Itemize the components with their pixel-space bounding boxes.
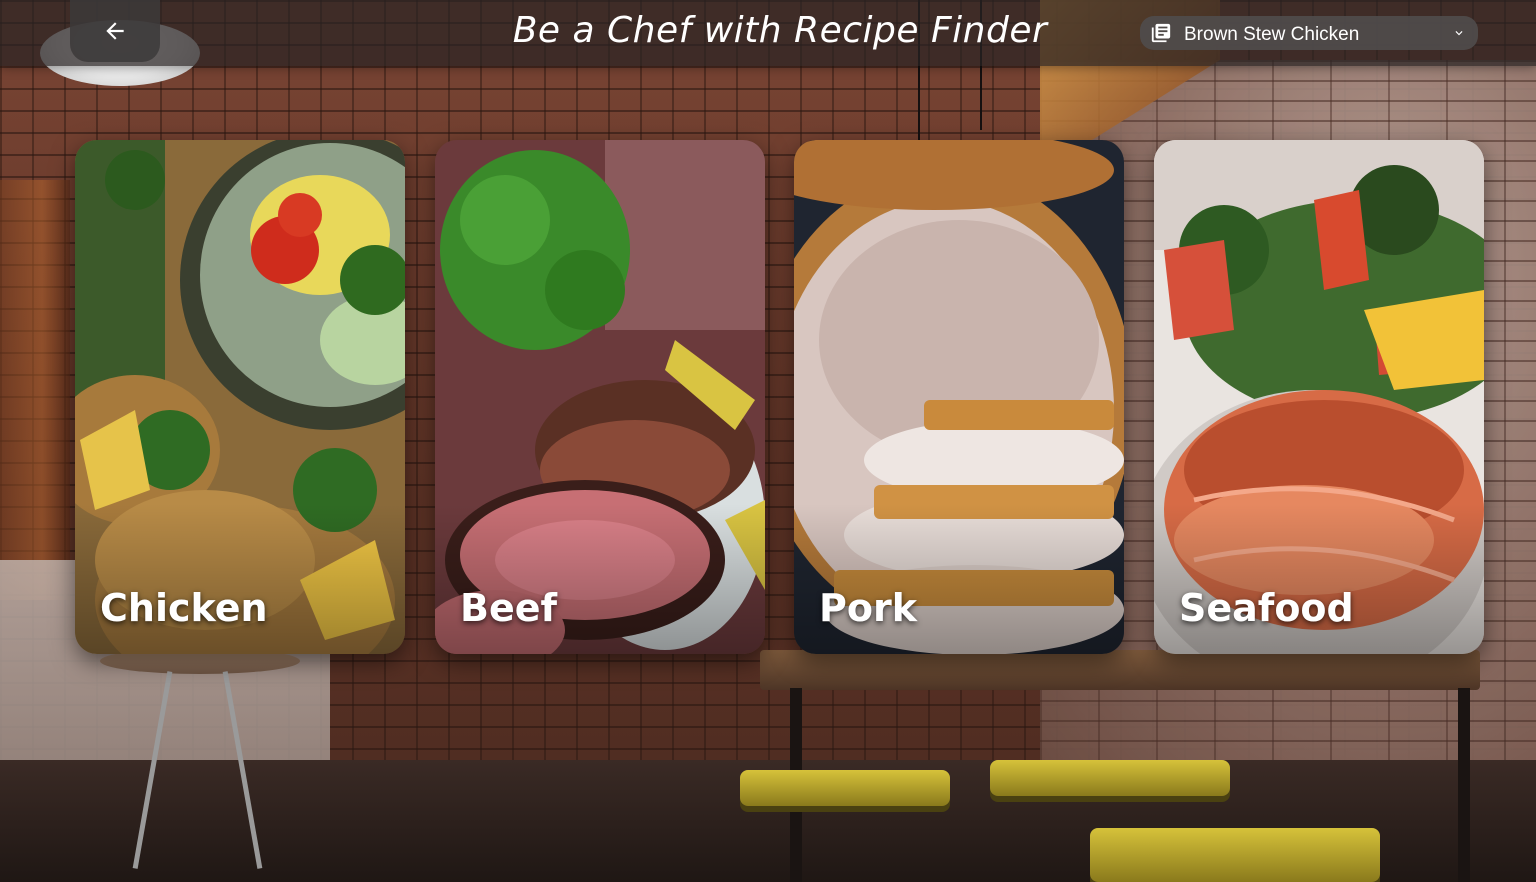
card-shade: [794, 504, 1124, 654]
category-card-pork[interactable]: Pork: [794, 140, 1124, 654]
category-label: Beef: [460, 586, 558, 630]
card-shade: [1154, 504, 1484, 654]
category-card-beef[interactable]: Beef: [435, 140, 765, 654]
category-label: Pork: [819, 586, 917, 630]
category-label: Seafood: [1179, 586, 1354, 630]
category-card-seafood[interactable]: Seafood: [1154, 140, 1484, 654]
category-card-chicken[interactable]: Chicken: [75, 140, 405, 654]
card-shade: [75, 504, 405, 654]
category-label: Chicken: [100, 586, 268, 630]
category-cards: Chicken Beef Pork Seafood: [0, 0, 1536, 882]
card-shade: [435, 504, 765, 654]
